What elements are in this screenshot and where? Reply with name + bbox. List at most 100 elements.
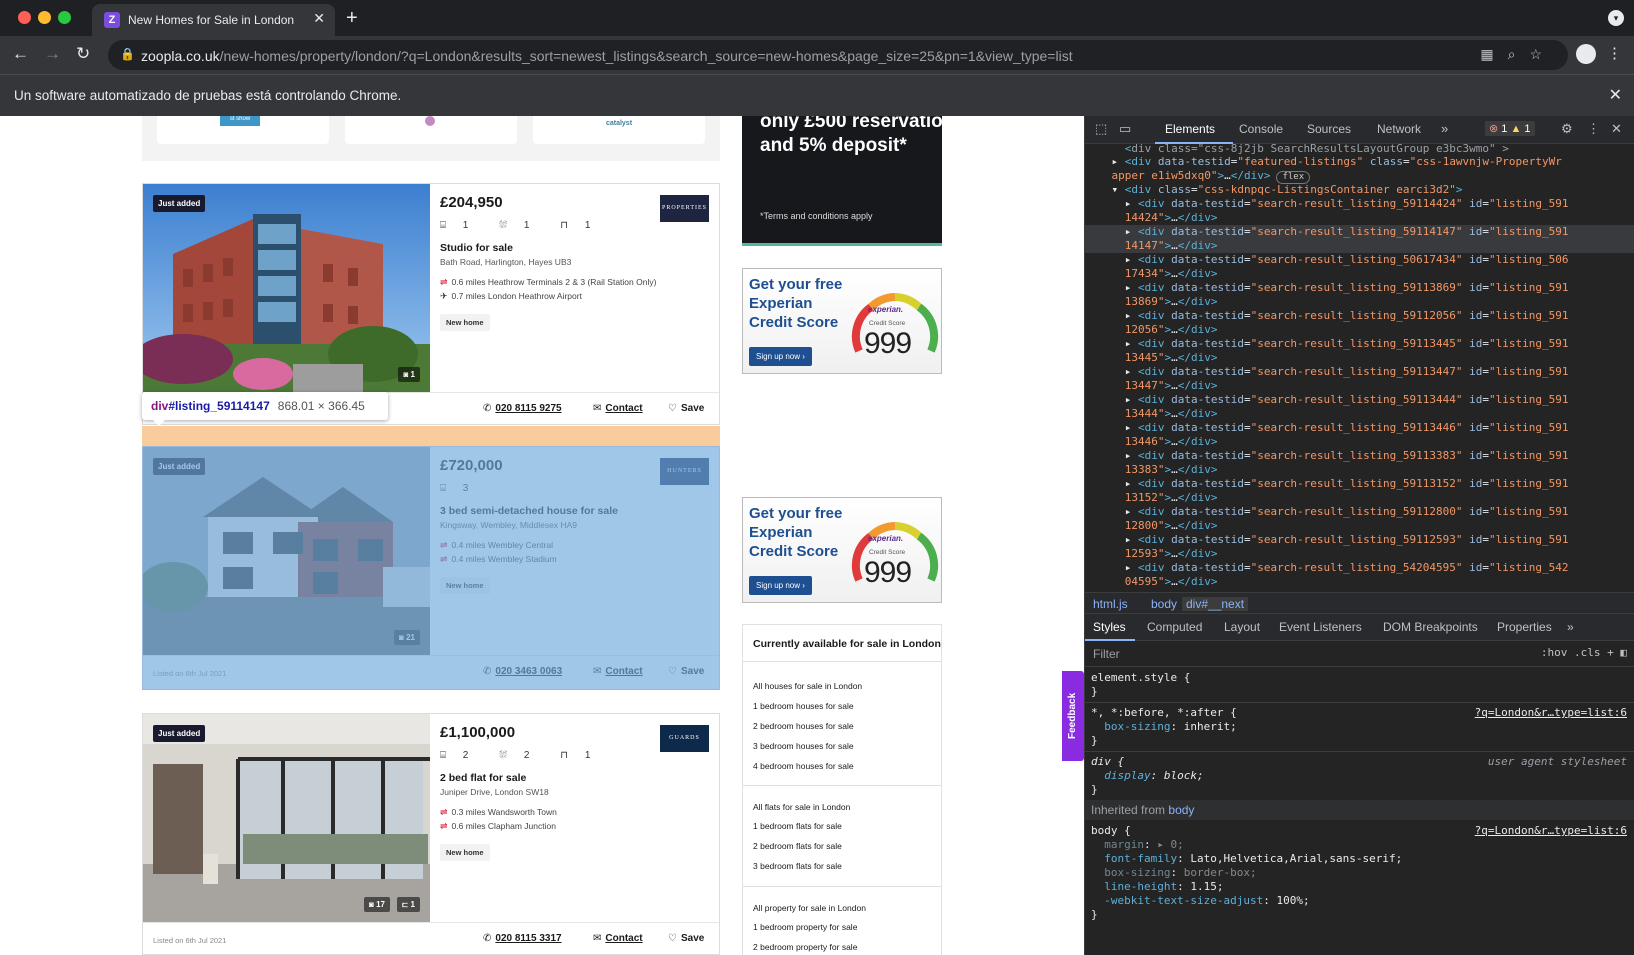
listing-price[interactable]: £720,000	[440, 457, 503, 474]
available-link[interactable]: 1 bedroom houses for sale	[753, 701, 854, 711]
available-link[interactable]: All houses for sale in London	[753, 681, 862, 691]
dom-node-listing[interactable]: ▸ <div data-testid="search-result_listin…	[1085, 365, 1634, 379]
devtools-close-icon[interactable]: ✕	[1611, 121, 1622, 137]
style-property[interactable]: box-sizing: inherit;	[1091, 720, 1236, 734]
listing-title[interactable]: Studio for sale	[440, 242, 513, 254]
inspect-element-icon[interactable]: ⬚	[1095, 121, 1107, 137]
dom-node-listing[interactable]: ▸ <div data-testid="search-result_listin…	[1085, 337, 1634, 351]
listing-price[interactable]: £204,950	[440, 194, 503, 211]
tab-layout[interactable]: Layout	[1224, 620, 1260, 634]
dom-node-listing[interactable]: ▸ <div data-testid="search-result_listin…	[1085, 197, 1634, 211]
available-link[interactable]: 2 bedroom property for sale	[753, 942, 857, 952]
available-link[interactable]: 3 bedroom houses for sale	[753, 741, 854, 751]
issues-badge[interactable]: ⊗ 1 ▲ 1	[1485, 121, 1535, 136]
feedback-tab[interactable]: Feedback	[1062, 671, 1084, 761]
contact-button[interactable]: ✉ Contact	[593, 933, 643, 944]
window-minimize-button[interactable]	[38, 11, 51, 24]
reservation-ad[interactable]: only £500 reservatio and 5% deposit* *Ter…	[742, 116, 942, 246]
style-source-link[interactable]: ?q=London&r…type=list:6	[1475, 706, 1627, 720]
tab-elements[interactable]: Elements	[1165, 122, 1215, 136]
zoom-icon[interactable]: ⌕	[1508, 46, 1530, 62]
style-property[interactable]: box-sizing: border-box;	[1091, 866, 1256, 880]
infobar-close-icon[interactable]: ✕	[1609, 85, 1622, 105]
dom-node-listing[interactable]: ▸ <div data-testid="search-result_listin…	[1085, 421, 1634, 435]
computed-sidebar-icon[interactable]: ◧	[1620, 646, 1627, 659]
style-property[interactable]: -webkit-text-size-adjust: 100%;	[1091, 894, 1309, 908]
available-link[interactable]: 1 bedroom flats for sale	[753, 821, 842, 831]
developer-logo[interactable]: st show	[157, 116, 329, 144]
phone-link[interactable]: ✆ 020 3463 0063	[483, 666, 562, 677]
dom-node-listing[interactable]: ▸ <div data-testid="search-result_listin…	[1085, 225, 1634, 239]
tab-network[interactable]: Network	[1377, 122, 1421, 136]
inherited-from-link[interactable]: body	[1168, 803, 1194, 817]
dom-node-listing[interactable]: ▸ <div data-testid="search-result_listin…	[1085, 253, 1634, 267]
dom-node-featured[interactable]: ▸ <div data-testid="featured-listings" c…	[1085, 155, 1634, 169]
available-link[interactable]: 4 bedroom houses for sale	[753, 761, 854, 771]
listing-price[interactable]: £1,100,000	[440, 724, 515, 741]
reload-icon[interactable]: ↻	[76, 44, 90, 64]
agent-logo[interactable]: PROPERTIES	[660, 195, 709, 222]
save-button[interactable]: ♡ Save	[668, 933, 704, 944]
style-rule-universal[interactable]: *, *:before, *:after {	[1091, 706, 1237, 720]
window-zoom-button[interactable]	[58, 11, 71, 24]
profile-avatar-icon[interactable]	[1576, 44, 1596, 64]
available-link[interactable]: 3 bedroom flats for sale	[753, 861, 842, 871]
tab-styles[interactable]: Styles	[1093, 620, 1126, 634]
new-tab-icon[interactable]: +	[346, 7, 358, 30]
listing-photo[interactable]: Just added ◙ 21	[143, 447, 430, 655]
available-link[interactable]: 2 bedroom houses for sale	[753, 721, 854, 731]
style-property[interactable]: margin: ▸ 0;	[1091, 838, 1184, 852]
devtools-menu-icon[interactable]: ⋮	[1587, 121, 1600, 137]
tab-event-listeners[interactable]: Event Listeners	[1279, 620, 1362, 634]
window-close-button[interactable]	[18, 11, 31, 24]
sign-up-button[interactable]: Sign up now ›	[749, 576, 812, 595]
agent-logo[interactable]: GUARDS	[660, 725, 709, 752]
chrome-menu-icon[interactable]: ⋮	[1607, 44, 1622, 62]
available-link[interactable]: 2 bedroom flats for sale	[753, 841, 842, 851]
more-subtabs-icon[interactable]: »	[1567, 620, 1574, 634]
style-source-link[interactable]: ?q=London&r…type=list:6	[1475, 824, 1627, 838]
style-property[interactable]: font-family: Lato,Helvetica,Arial,sans-s…	[1091, 852, 1402, 866]
listing-card[interactable]: Just added ◙ 17 ⊏ 1 £1,100,000 GUARDS ⌸ …	[142, 713, 720, 955]
style-rule-element[interactable]: element.style {	[1091, 671, 1190, 685]
dom-node-listing[interactable]: ▸ <div data-testid="search-result_listin…	[1085, 393, 1634, 407]
filter-tools[interactable]: :hov .cls + ◧	[1541, 646, 1627, 659]
developer-logo[interactable]	[345, 116, 517, 144]
contact-button[interactable]: ✉ Contact	[593, 666, 643, 677]
save-button[interactable]: ♡ Save	[668, 666, 704, 677]
style-rule-body[interactable]: body {	[1091, 824, 1131, 838]
experian-ad[interactable]: Get your free Experian Credit Score Sign…	[742, 497, 942, 603]
bookmark-star-icon[interactable]: ☆	[1529, 46, 1556, 62]
listing-title[interactable]: 2 bed flat for sale	[440, 772, 526, 784]
listing-photo[interactable]: Just added ◙ 17 ⊏ 1	[143, 714, 430, 922]
listing-title[interactable]: 3 bed semi-detached house for sale	[440, 505, 618, 517]
browser-tab[interactable]: Z New Homes for Sale in London ✕	[92, 4, 335, 36]
available-link[interactable]: 1 bedroom property for sale	[753, 922, 857, 932]
style-rule-div[interactable]: div {	[1091, 755, 1124, 769]
dom-tree[interactable]: <div class="css-8j2jb SearchResultsLayou…	[1085, 144, 1634, 586]
phone-link[interactable]: ✆ 020 8115 3317	[483, 933, 562, 944]
dom-node-listing[interactable]: ▸ <div data-testid="search-result_listin…	[1085, 477, 1634, 491]
available-link[interactable]: All flats for sale in London	[753, 802, 850, 812]
back-arrow-icon[interactable]: ←	[12, 44, 29, 64]
address-bar[interactable]: 🔒 zoopla.co.uk/new-homes/property/london…	[108, 40, 1568, 70]
lock-icon[interactable]: 🔒	[120, 47, 135, 61]
contact-button[interactable]: ✉ Contact	[593, 403, 643, 414]
dom-node-listing[interactable]: ▸ <div data-testid="search-result_listin…	[1085, 281, 1634, 295]
tab-sources[interactable]: Sources	[1307, 122, 1351, 136]
breadcrumb-item[interactable]: html.js	[1093, 597, 1128, 611]
listing-card[interactable]: Just added ◙ 1 £204,950 PROPERTIES ⌸ 1 ⛆…	[142, 183, 720, 425]
tab-console[interactable]: Console	[1239, 122, 1283, 136]
url-text[interactable]: zoopla.co.uk/new-homes/property/london/?…	[141, 48, 1073, 64]
agent-logo[interactable]: HUNTERS	[660, 458, 709, 485]
settings-gear-icon[interactable]: ⚙	[1561, 121, 1573, 137]
tab-close-icon[interactable]: ✕	[313, 10, 325, 27]
styles-filter-input[interactable]: Filter	[1093, 647, 1120, 661]
listing-card[interactable]: Just added ◙ 21 £720,000 HUNTERS ⌸ 3 3 b…	[142, 446, 720, 690]
developer-logo[interactable]: catalyst	[533, 116, 705, 144]
tab-search-icon[interactable]: ▾	[1608, 10, 1624, 26]
available-link[interactable]: All property for sale in London	[753, 903, 866, 913]
dom-node-listing[interactable]: ▸ <div data-testid="search-result_listin…	[1085, 561, 1634, 575]
sign-up-button[interactable]: Sign up now ›	[749, 347, 812, 366]
more-tabs-icon[interactable]: »	[1441, 121, 1448, 136]
